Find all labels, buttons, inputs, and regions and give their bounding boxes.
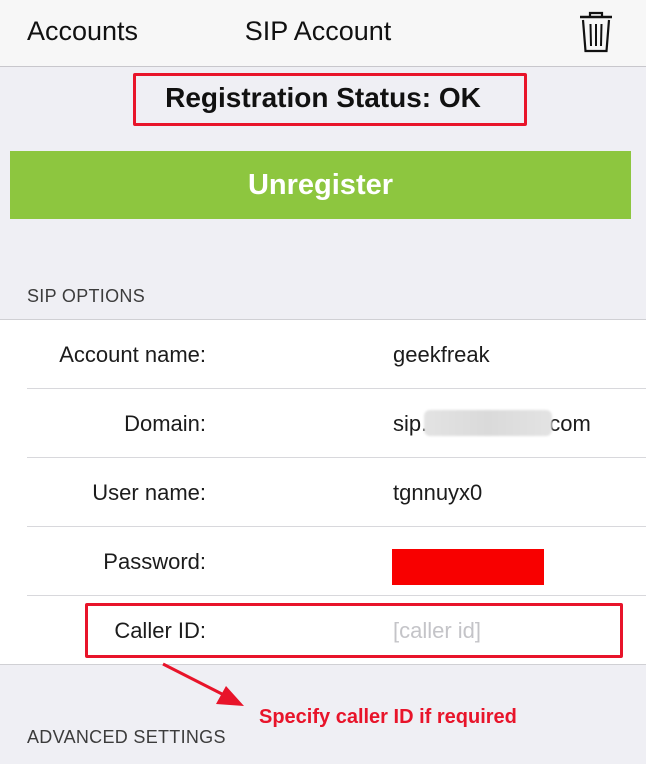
field-row-password[interactable]: Password: bbox=[0, 527, 646, 596]
field-label: Domain: bbox=[124, 411, 206, 436]
domain-field[interactable]: sip. com bbox=[393, 389, 591, 458]
user-name-field[interactable]: tgnnuyx0 bbox=[393, 458, 482, 527]
field-row-domain[interactable]: Domain: sip. com bbox=[0, 389, 646, 458]
page-title-text: SIP Account bbox=[244, 16, 392, 46]
domain-prefix: sip. bbox=[393, 411, 428, 436]
field-label: Account name: bbox=[59, 342, 206, 367]
caller-id-highlight-box bbox=[85, 603, 623, 658]
account-name-field[interactable]: geekfreak bbox=[393, 320, 490, 389]
field-row-user-name[interactable]: User name: tgnnuyx0 bbox=[0, 458, 646, 527]
trash-icon[interactable] bbox=[578, 10, 614, 54]
navigation-bar: Accounts SIP Account bbox=[0, 0, 646, 67]
annotation-text: Specify caller ID if required bbox=[259, 706, 517, 728]
field-row-account-name[interactable]: Account name: geekfreak bbox=[0, 320, 646, 389]
field-label: Password: bbox=[103, 549, 206, 574]
page-title: SIP Account bbox=[0, 16, 646, 47]
redacted-blur bbox=[424, 410, 553, 437]
domain-suffix: com bbox=[549, 411, 591, 436]
status-highlight-box bbox=[133, 73, 527, 126]
section-header-advanced-settings: ADVANCED SETTINGS bbox=[27, 727, 226, 747]
section-header-sip-options: SIP OPTIONS bbox=[27, 286, 145, 306]
unregister-button[interactable]: Unregister bbox=[10, 151, 631, 219]
field-label: User name: bbox=[92, 480, 206, 505]
password-field-redacted[interactable] bbox=[392, 549, 544, 585]
